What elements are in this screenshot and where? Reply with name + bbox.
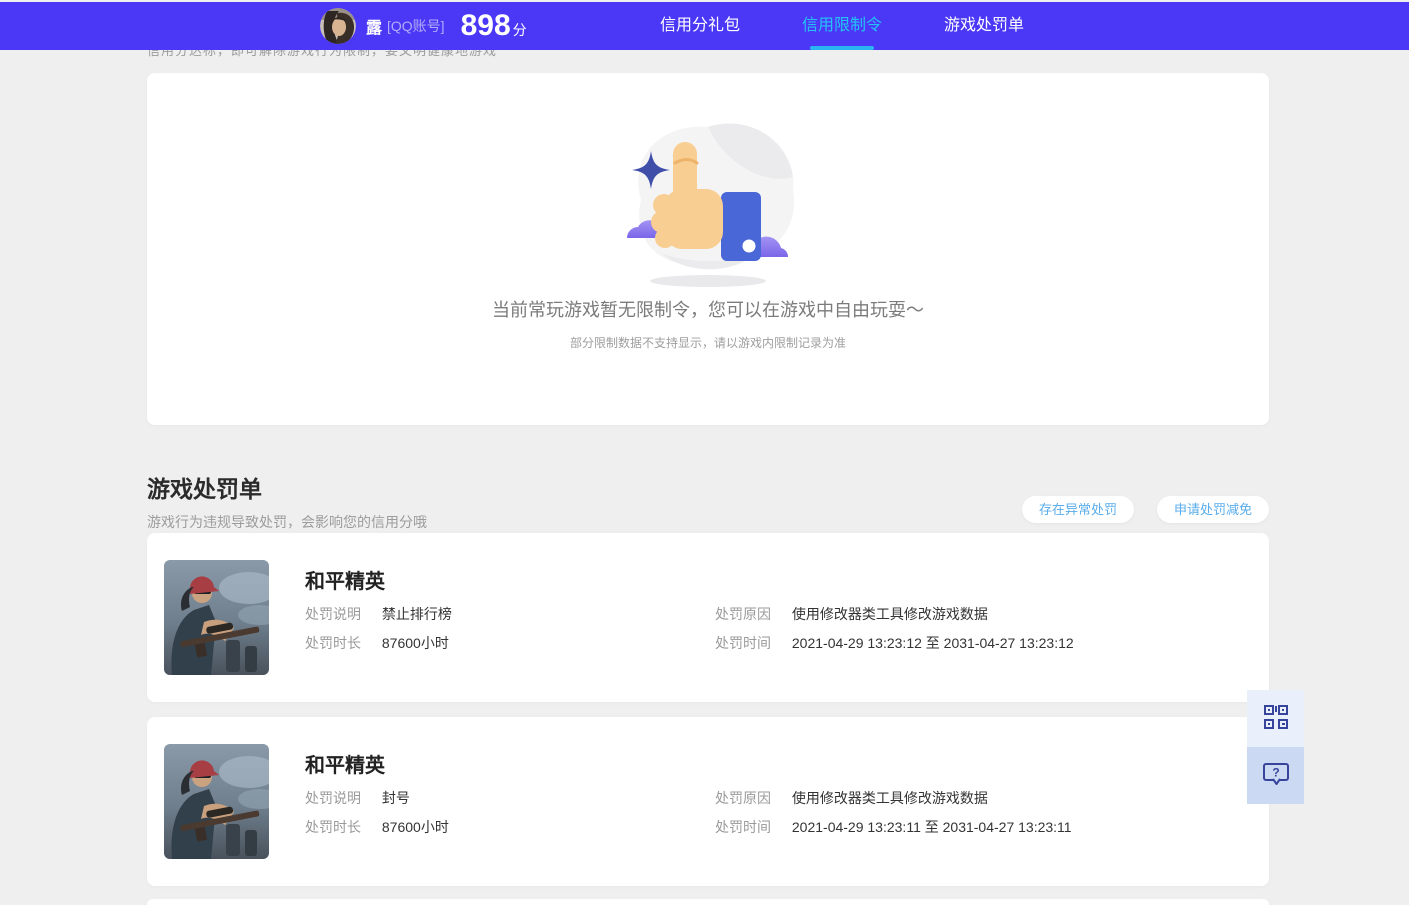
restriction-data-note: 部分限制数据不支持显示，请以游戏内限制记录为准	[569, 336, 846, 350]
thumbs-up-illustration	[603, 105, 813, 290]
abnormal-penalty-button[interactable]: 存在异常处罚	[1021, 496, 1134, 523]
header-bar: 露 [QQ账号] 898 分 信用分礼包 信用限制令 游戏处罚单	[0, 2, 1409, 50]
floating-side-widget: ?	[1247, 690, 1304, 804]
penalty-time-value: 2021-04-29 13:23:11 至 2031-04-27 13:23:1…	[791, 819, 1072, 835]
penalty-duration-value: 87600小时	[381, 819, 449, 835]
penalty-card: 和平精英 处罚说明 禁止排行榜 处罚原因 使用修改器类工具修改游戏数据 处罚时长…	[147, 533, 1269, 702]
penalty-duration-label: 处罚时长	[305, 819, 361, 835]
penalty-time-label: 处罚时间	[715, 635, 771, 651]
penalty-duration-field: 处罚时长 87600小时	[305, 633, 449, 653]
penalty-desc-value: 禁止排行榜	[381, 606, 452, 622]
penalty-desc-field: 处罚说明 封号	[305, 788, 410, 808]
restriction-empty-panel: 当前常玩游戏暂无限制令，您可以在游戏中自由玩耍～ 部分限制数据不支持显示，请以游…	[147, 73, 1269, 425]
penalty-desc-label: 处罚说明	[305, 790, 361, 806]
tab-game-penalty[interactable]: 游戏处罚单	[944, 2, 1024, 50]
penalty-desc-label: 处罚说明	[305, 606, 361, 622]
penalty-time-field: 处罚时间 2021-04-29 13:23:12 至 2031-04-27 13…	[715, 633, 1074, 653]
penalty-reason-value: 使用修改器类工具修改游戏数据	[791, 606, 988, 622]
penalty-reason-field: 处罚原因 使用修改器类工具修改游戏数据	[715, 604, 988, 624]
penalty-duration-label: 处罚时长	[305, 635, 361, 651]
penalty-desc-field: 处罚说明 禁止排行榜	[305, 604, 452, 624]
penalty-card: 和平精英 处罚说明 封号 处罚原因 使用修改器类工具修改游戏数据 处罚时长 87…	[147, 717, 1269, 886]
username: 露	[366, 20, 383, 37]
penalty-reason-label: 处罚原因	[715, 606, 771, 622]
avatar	[320, 8, 356, 44]
qr-code-button[interactable]	[1247, 690, 1304, 747]
help-feedback-button[interactable]: ?	[1247, 747, 1304, 804]
next-penalty-card-edge	[147, 899, 1269, 905]
game-thumbnail	[164, 560, 269, 675]
penalty-desc-value: 封号	[381, 790, 410, 806]
svg-text:?: ?	[1272, 766, 1279, 780]
user-summary: 露 [QQ账号] 898 分	[320, 8, 527, 44]
penalty-section-header: 游戏处罚单 游戏行为违规导致处罚，会影响您的信用分哦 存在异常处罚 申请处罚减免	[147, 470, 1269, 530]
penalty-time-value: 2021-04-29 13:23:12 至 2031-04-27 13:23:1…	[791, 635, 1074, 651]
qr-code-icon	[1262, 703, 1290, 734]
penalty-relief-button[interactable]: 申请处罚减免	[1156, 496, 1269, 523]
help-bubble-icon: ?	[1261, 760, 1291, 791]
penalty-reason-label: 处罚原因	[715, 790, 771, 806]
penalty-time-label: 处罚时间	[715, 819, 771, 835]
penalty-reason-value: 使用修改器类工具修改游戏数据	[791, 790, 988, 806]
header-nav: 信用分礼包 信用限制令 游戏处罚单	[660, 2, 1024, 50]
game-thumbnail	[164, 744, 269, 859]
penalty-actions: 存在异常处罚 申请处罚减免	[1021, 496, 1269, 523]
penalty-reason-field: 处罚原因 使用修改器类工具修改游戏数据	[715, 788, 988, 808]
credit-score: 898 分	[461, 11, 527, 41]
game-title: 和平精英	[305, 755, 385, 777]
tab-credit-gift[interactable]: 信用分礼包	[660, 2, 740, 50]
tab-credit-restriction[interactable]: 信用限制令	[802, 2, 882, 50]
credit-score-unit: 分	[512, 22, 527, 38]
penalty-duration-field: 处罚时长 87600小时	[305, 817, 449, 837]
no-restriction-message: 当前常玩游戏暂无限制令，您可以在游戏中自由玩耍～	[492, 300, 924, 320]
account-type-label: [QQ账号]	[387, 18, 445, 34]
credit-score-value: 898	[460, 9, 511, 42]
game-title: 和平精英	[305, 571, 385, 593]
penalty-time-field: 处罚时间 2021-04-29 13:23:11 至 2031-04-27 13…	[715, 817, 1072, 837]
penalty-duration-value: 87600小时	[381, 635, 449, 651]
